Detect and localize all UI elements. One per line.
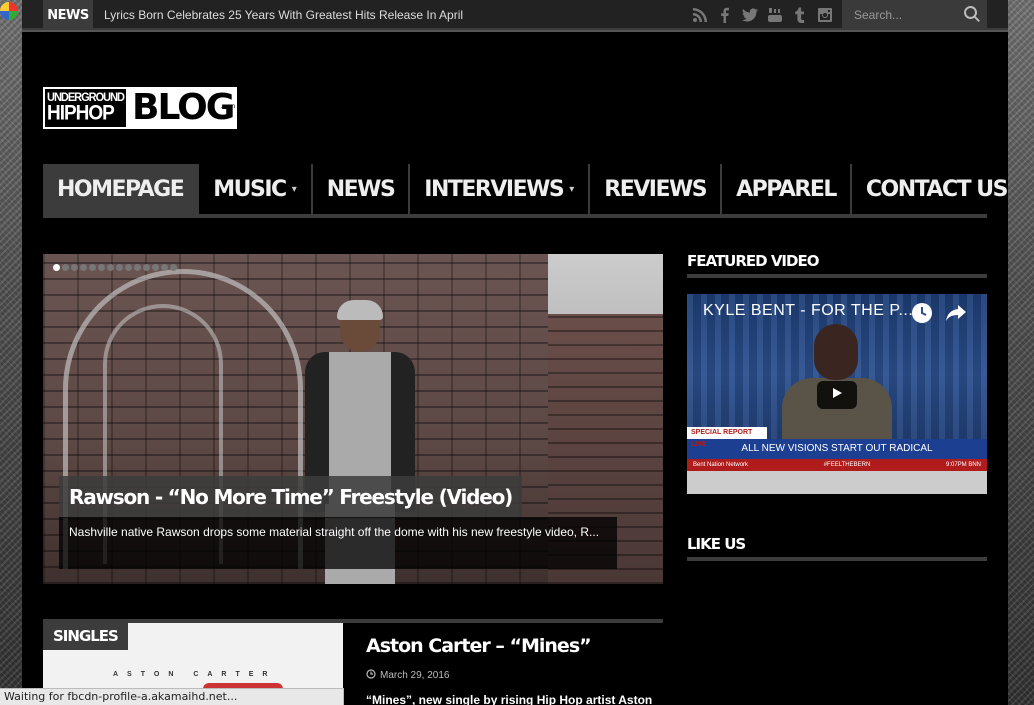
- slider-dot[interactable]: [125, 264, 132, 271]
- top-bar: NEWS Lyrics Born Celebrates 25 Years Wit…: [22, 0, 1008, 30]
- video-lower-third: SPECIAL REPORT LIVE ALL NEW VISIONS STAR…: [687, 427, 987, 494]
- nav-item-label: APPAREL: [736, 176, 837, 202]
- twitter-icon[interactable]: [742, 7, 758, 23]
- nav-item-music[interactable]: MUSIC ▾: [199, 164, 313, 214]
- post-excerpt: “Mines”, new single by rising Hip Hop ar…: [366, 693, 653, 705]
- news-ticker-link[interactable]: Lyrics Born Celebrates 25 Years With Gre…: [104, 0, 463, 30]
- nav-item-label: REVIEWS: [604, 176, 707, 202]
- thumb-artist-text: ASTON CARTER: [113, 671, 277, 678]
- main-nav: HOMEPAGE MUSIC ▾ NEWS INTERVIEWS ▾ REVIEWS APPA…: [43, 164, 1008, 218]
- post-date: March 29, 2016: [366, 669, 450, 682]
- slider-dot[interactable]: [107, 264, 114, 271]
- logo-text-blog: BLOG .com: [128, 87, 238, 129]
- nav-item-label: MUSIC: [213, 176, 287, 202]
- slider-dot[interactable]: [71, 264, 78, 271]
- nav-item-interviews[interactable]: INTERVIEWS ▾: [410, 164, 591, 214]
- search-icon: [963, 6, 981, 27]
- slider-dot[interactable]: [170, 264, 177, 271]
- slider-dot[interactable]: [89, 264, 96, 271]
- slider-dot[interactable]: [80, 264, 87, 271]
- facebook-icon[interactable]: [717, 7, 733, 23]
- featured-slider[interactable]: Rawson - “No More Time” Freestyle (Video…: [43, 254, 663, 584]
- play-icon: [831, 386, 843, 404]
- nav-item-label: HOMEPAGE: [57, 176, 185, 202]
- breaking-news-tag: NEWS: [43, 0, 93, 30]
- slider-dot[interactable]: [116, 264, 123, 271]
- slider-dot[interactable]: [53, 264, 60, 271]
- logo-text-hiphop: HIPHOP: [47, 101, 115, 126]
- instagram-icon[interactable]: [817, 7, 833, 23]
- chevron-down-icon: ▾: [291, 183, 297, 195]
- browser-status-bar: Waiting for fbcdn-profile-a.akamaihd.net…: [0, 688, 344, 705]
- play-button[interactable]: [817, 381, 857, 409]
- search-box: [842, 0, 987, 30]
- nav-item-label: CONTACT US: [865, 176, 1009, 202]
- background-right: [1008, 0, 1034, 705]
- site-logo[interactable]: UNDERGROUND HIPHOP BLOG .com: [43, 87, 258, 129]
- slide-excerpt: Nashville native Rawson drops some mater…: [59, 517, 617, 569]
- nav-item-apparel[interactable]: APPAREL: [722, 164, 852, 214]
- video-title[interactable]: KYLE BENT - FOR THE P...: [703, 302, 913, 320]
- slider-pagination: [53, 264, 177, 271]
- youtube-icon[interactable]: [767, 7, 783, 23]
- slider-dot[interactable]: [134, 264, 141, 271]
- singles-category-tag[interactable]: SINGLES: [43, 623, 128, 650]
- social-icons: [692, 0, 833, 30]
- slider-dot[interactable]: [161, 264, 168, 271]
- watch-later-icon[interactable]: [911, 302, 933, 324]
- post-title[interactable]: Aston Carter – “Mines”: [366, 635, 592, 657]
- search-input[interactable]: [842, 0, 957, 30]
- chevron-down-icon: ▾: [569, 183, 575, 195]
- nav-item-label: INTERVIEWS: [424, 176, 564, 202]
- browser-loading-icon: [0, 2, 18, 20]
- featured-video-heading: FEATURED VIDEO: [687, 248, 987, 278]
- nav-item-homepage[interactable]: HOMEPAGE: [43, 164, 200, 214]
- main-content: UNDERGROUND HIPHOP BLOG .com HOMEPAGE MUS…: [22, 32, 1008, 705]
- clock-icon: [366, 669, 376, 682]
- featured-video-player[interactable]: KYLE BENT - FOR THE P... SPECIAL REPORT …: [687, 294, 987, 494]
- nav-item-news[interactable]: NEWS: [313, 164, 411, 214]
- background-left: [0, 0, 22, 705]
- slider-dot[interactable]: [98, 264, 105, 271]
- search-button[interactable]: [963, 5, 983, 25]
- slider-dot[interactable]: [62, 264, 69, 271]
- rss-icon[interactable]: [692, 7, 708, 23]
- logo-text-suffix: .com: [220, 103, 236, 110]
- slider-dot[interactable]: [152, 264, 159, 271]
- like-us-heading: LIKE US: [687, 531, 987, 561]
- nav-item-contact-us[interactable]: CONTACT US: [852, 164, 1021, 214]
- slider-dot[interactable]: [143, 264, 150, 271]
- nav-item-reviews[interactable]: REVIEWS: [590, 164, 723, 214]
- nav-item-label: NEWS: [326, 176, 396, 202]
- share-icon[interactable]: [945, 303, 967, 323]
- tumblr-icon[interactable]: [792, 7, 808, 23]
- slide-title[interactable]: Rawson - “No More Time” Freestyle (Video…: [59, 476, 523, 518]
